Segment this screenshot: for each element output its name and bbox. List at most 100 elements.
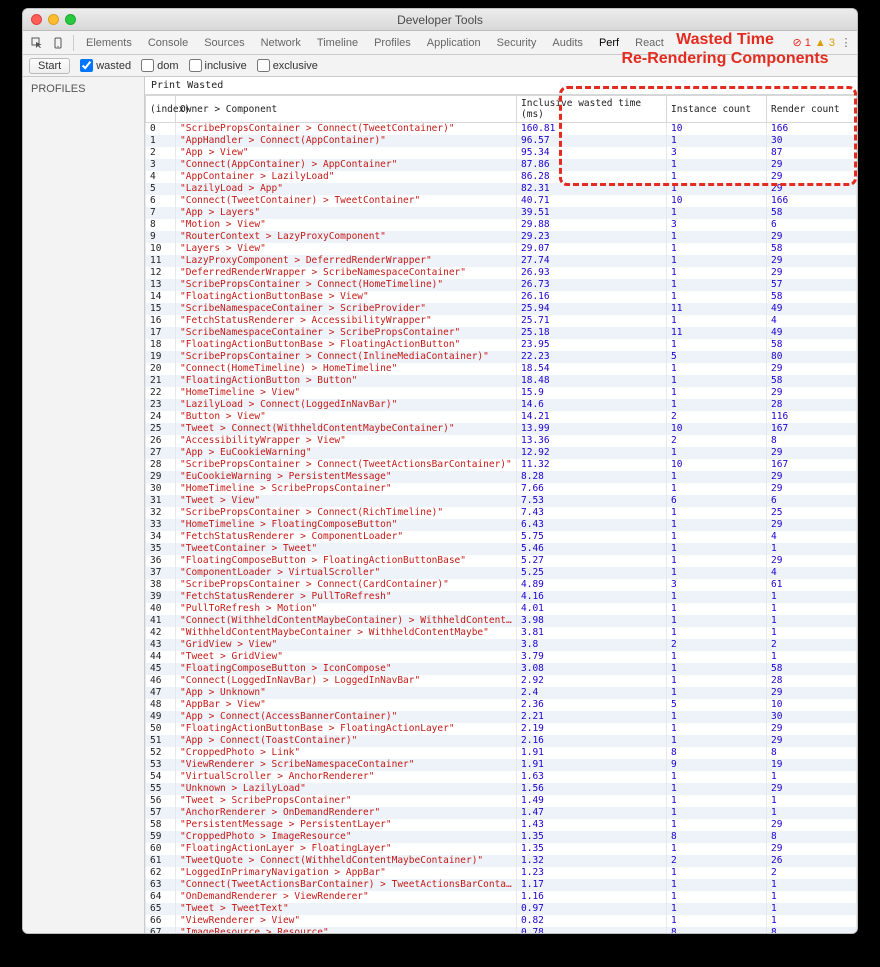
inspect-icon[interactable] [27,34,47,52]
table-row[interactable]: 8"Motion > View"29.8836 [146,219,857,231]
start-button[interactable]: Start [29,58,70,74]
table-row[interactable]: 44"Tweet > GridView"3.7911 [146,651,857,663]
table-row[interactable]: 38"ScribePropsContainer > Connect(CardCo… [146,579,857,591]
table-row[interactable]: 7"App > Layers"39.51158 [146,207,857,219]
table-row[interactable]: 36"FloatingComposeButton > FloatingActio… [146,555,857,567]
table-row[interactable]: 64"OnDemandRenderer > ViewRenderer"1.161… [146,891,857,903]
more-icon[interactable]: ⋮ [839,36,853,49]
tab-audits[interactable]: Audits [544,32,591,54]
table-row[interactable]: 49"App > Connect(AccessBannerContainer)"… [146,711,857,723]
wasted-table-scroll[interactable]: (index)Owner > ComponentInclusive wasted… [145,94,857,933]
table-row[interactable]: 17"ScribeNamespaceContainer > ScribeProp… [146,327,857,339]
tab-console[interactable]: Console [140,32,196,54]
tab-application[interactable]: Application [419,32,489,54]
checkbox-exclusive[interactable] [257,59,270,72]
table-row[interactable]: 27"App > EuCookieWarning"12.92129 [146,447,857,459]
table-row[interactable]: 43"GridView > View"3.822 [146,639,857,651]
warn-badge[interactable]: ▲ 3 [815,37,835,49]
tab-timeline[interactable]: Timeline [309,32,366,54]
table-row[interactable]: 23"LazilyLoad > Connect(LoggedInNavBar)"… [146,399,857,411]
table-row[interactable]: 19"ScribePropsContainer > Connect(Inline… [146,351,857,363]
table-row[interactable]: 65"Tweet > TweetText"0.9711 [146,903,857,915]
table-row[interactable]: 66"ViewRenderer > View"0.8211 [146,915,857,927]
table-row[interactable]: 5"LazilyLoad > App"82.31129 [146,183,857,195]
table-row[interactable]: 58"PersistentMessage > PersistentLayer"1… [146,819,857,831]
table-row[interactable]: 0"ScribePropsContainer > Connect(TweetCo… [146,123,857,136]
col-header[interactable]: Render count [767,96,857,123]
checkbox-wasted[interactable] [80,59,93,72]
table-row[interactable]: 59"CroppedPhoto > ImageResource"1.3588 [146,831,857,843]
col-header[interactable]: (index) [146,96,176,123]
table-row[interactable]: 61"TweetQuote > Connect(WithheldContentM… [146,855,857,867]
table-row[interactable]: 47"App > Unknown"2.4129 [146,687,857,699]
tab-elements[interactable]: Elements [78,32,140,54]
table-row[interactable]: 40"PullToRefresh > Motion"4.0111 [146,603,857,615]
table-row[interactable]: 10"Layers > View"29.07158 [146,243,857,255]
error-badge[interactable]: ⊘ 1 [793,36,811,49]
table-row[interactable]: 26"AccessibilityWrapper > View"13.3628 [146,435,857,447]
check-dom[interactable]: dom [141,59,178,72]
table-row[interactable]: 60"FloatingActionLayer > FloatingLayer"1… [146,843,857,855]
table-row[interactable]: 11"LazyProxyComponent > DeferredRenderWr… [146,255,857,267]
table-row[interactable]: 41"Connect(WithheldContentMaybeContainer… [146,615,857,627]
table-row[interactable]: 53"ViewRenderer > ScribeNamespaceContain… [146,759,857,771]
check-inclusive[interactable]: inclusive [189,59,247,72]
tab-network[interactable]: Network [253,32,309,54]
table-row[interactable]: 37"ComponentLoader > VirtualScroller"5.2… [146,567,857,579]
table-row[interactable]: 42"WithheldContentMaybeContainer > Withh… [146,627,857,639]
table-row[interactable]: 50"FloatingActionButtonBase > FloatingAc… [146,723,857,735]
col-header[interactable]: Instance count [667,96,767,123]
table-row[interactable]: 18"FloatingActionButtonBase > FloatingAc… [146,339,857,351]
table-row[interactable]: 9"RouterContext > LazyProxyComponent"29.… [146,231,857,243]
table-row[interactable]: 67"ImageResource > Resource"0.7888 [146,927,857,933]
checkbox-inclusive[interactable] [189,59,202,72]
table-row[interactable]: 24"Button > View"14.212116 [146,411,857,423]
table-row[interactable]: 6"Connect(TweetContainer) > TweetContain… [146,195,857,207]
table-row[interactable]: 12"DeferredRenderWrapper > ScribeNamespa… [146,267,857,279]
table-row[interactable]: 3"Connect(AppContainer) > AppContainer"8… [146,159,857,171]
table-row[interactable]: 21"FloatingActionButton > Button"18.4815… [146,375,857,387]
tab-security[interactable]: Security [489,32,545,54]
table-row[interactable]: 1"AppHandler > Connect(AppContainer)"96.… [146,135,857,147]
table-row[interactable]: 48"AppBar > View"2.36510 [146,699,857,711]
device-icon[interactable] [49,34,69,52]
table-row[interactable]: 45"FloatingComposeButton > IconCompose"3… [146,663,857,675]
col-header[interactable]: Owner > Component [176,96,517,123]
tab-profiles[interactable]: Profiles [366,32,419,54]
table-row[interactable]: 15"ScribeNamespaceContainer > ScribeProv… [146,303,857,315]
table-row[interactable]: 28"ScribePropsContainer > Connect(TweetA… [146,459,857,471]
table-row[interactable]: 31"Tweet > View"7.5366 [146,495,857,507]
table-row[interactable]: 25"Tweet > Connect(WithheldContentMaybeC… [146,423,857,435]
table-row[interactable]: 20"Connect(HomeTimeline) > HomeTimeline"… [146,363,857,375]
table-row[interactable]: 32"ScribePropsContainer > Connect(RichTi… [146,507,857,519]
tab-react[interactable]: React [627,32,672,54]
table-row[interactable]: 30"HomeTimeline > ScribePropsContainer"7… [146,483,857,495]
titlebar: Developer Tools [23,9,857,31]
table-row[interactable]: 55"Unknown > LazilyLoad"1.56129 [146,783,857,795]
check-wasted[interactable]: wasted [80,59,131,72]
table-row[interactable]: 33"HomeTimeline > FloatingComposeButton"… [146,519,857,531]
table-row[interactable]: 56"Tweet > ScribePropsContainer"1.4911 [146,795,857,807]
tab-perf[interactable]: Perf [591,32,627,54]
table-row[interactable]: 63"Connect(TweetActionsBarContainer) > T… [146,879,857,891]
table-row[interactable]: 22"HomeTimeline > View"15.9129 [146,387,857,399]
table-row[interactable]: 62"LoggedInPrimaryNavigation > AppBar"1.… [146,867,857,879]
col-header[interactable]: Inclusive wasted time (ms) [517,96,667,123]
checkbox-dom[interactable] [141,59,154,72]
table-row[interactable]: 29"EuCookieWarning > PersistentMessage"8… [146,471,857,483]
table-row[interactable]: 13"ScribePropsContainer > Connect(HomeTi… [146,279,857,291]
table-row[interactable]: 34"FetchStatusRenderer > ComponentLoader… [146,531,857,543]
table-row[interactable]: 52"CroppedPhoto > Link"1.9188 [146,747,857,759]
table-row[interactable]: 16"FetchStatusRenderer > AccessibilityWr… [146,315,857,327]
table-row[interactable]: 4"AppContainer > LazilyLoad"86.28129 [146,171,857,183]
table-row[interactable]: 54"VirtualScroller > AnchorRenderer"1.63… [146,771,857,783]
tab-sources[interactable]: Sources [196,32,252,54]
table-row[interactable]: 35"TweetContainer > Tweet"5.4611 [146,543,857,555]
check-exclusive[interactable]: exclusive [257,59,318,72]
table-row[interactable]: 46"Connect(LoggedInNavBar) > LoggedInNav… [146,675,857,687]
table-row[interactable]: 39"FetchStatusRenderer > PullToRefresh"4… [146,591,857,603]
table-row[interactable]: 14"FloatingActionButtonBase > View"26.16… [146,291,857,303]
table-row[interactable]: 2"App > View"95.34387 [146,147,857,159]
table-row[interactable]: 57"AnchorRenderer > OnDemandRenderer"1.4… [146,807,857,819]
table-row[interactable]: 51"App > Connect(ToastContainer)"2.16129 [146,735,857,747]
